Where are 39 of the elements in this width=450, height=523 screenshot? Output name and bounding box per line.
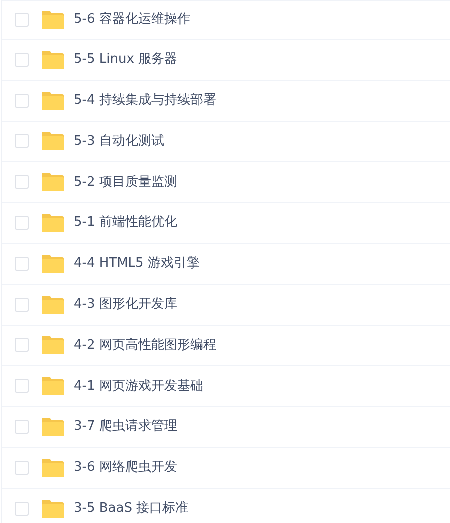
folder-icon [41, 10, 65, 30]
checkbox[interactable] [15, 134, 29, 148]
folder-icon [41, 376, 65, 396]
folder-icon [41, 131, 65, 152]
checkbox[interactable] [15, 94, 29, 108]
folder-icon [41, 90, 65, 111]
checkbox[interactable] [15, 502, 29, 516]
folder-name[interactable]: 5-2 项目质量监测 [74, 172, 178, 192]
folder-icon [41, 458, 65, 478]
folder-name[interactable]: 4-2 网页高性能图形编程 [74, 336, 216, 356]
checkbox[interactable] [15, 52, 29, 67]
folder-icon [41, 335, 65, 356]
folder-name[interactable]: 5-3 自动化测试 [74, 132, 164, 152]
checkbox[interactable] [15, 379, 29, 394]
folder-icon [41, 294, 65, 315]
checkbox[interactable] [15, 338, 29, 352]
checkbox[interactable] [15, 460, 29, 475]
folder-name[interactable]: 4-3 图形化开发库 [74, 294, 178, 314]
folder-name[interactable]: 5-4 持续集成与持续部署 [74, 90, 216, 110]
folder-name[interactable]: 4-1 网页游戏开发基础 [74, 376, 204, 396]
folder-icon [41, 417, 65, 438]
folder-icon [41, 172, 65, 192]
folder-name[interactable]: 5-5 Linux 服务器 [74, 50, 178, 70]
folder-icon [41, 498, 65, 519]
checkbox[interactable] [15, 298, 29, 312]
folder-name[interactable]: 4-4 HTML5 游戏引擎 [74, 254, 200, 274]
folder-name[interactable]: 3-6 网络爬虫开发 [74, 458, 178, 478]
checkbox[interactable] [15, 256, 29, 271]
folder-name[interactable]: 5-1 前端性能优化 [74, 213, 178, 233]
checkbox[interactable] [15, 216, 29, 230]
checkbox[interactable] [15, 175, 29, 190]
checkbox[interactable] [15, 420, 29, 434]
checkbox[interactable] [15, 13, 29, 27]
folder-name[interactable]: 3-5 BaaS 接口标准 [74, 498, 189, 518]
folder-icon [41, 254, 65, 274]
folder-icon [41, 50, 65, 70]
folder-name[interactable]: 3-7 爬虫请求管理 [74, 417, 178, 437]
folder-icon [41, 213, 65, 234]
folder-name[interactable]: 5-6 容器化运维操作 [74, 10, 190, 30]
